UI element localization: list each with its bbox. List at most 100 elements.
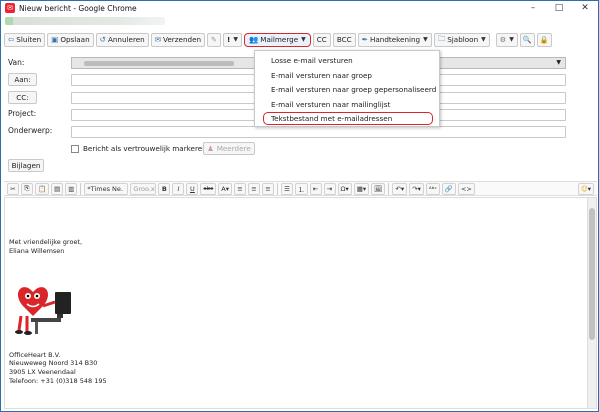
search-icon: 🔍	[522, 35, 532, 44]
scrollbar-thumb[interactable]	[589, 208, 595, 340]
spellcheck-icon[interactable]: ᴬᵇᶜ	[425, 182, 440, 195]
folder-icon: 🗀	[437, 34, 446, 43]
font-select[interactable]: *Times Ne.	[84, 182, 129, 195]
meerdere-button[interactable]: ♟ Meerdere	[203, 142, 255, 155]
bijlagen-label: Bijlagen	[11, 161, 41, 170]
cc-label: CC:	[16, 93, 29, 102]
sjabloon-label: Sjabloon	[447, 35, 479, 44]
close-window-button[interactable]: ✕	[572, 1, 598, 15]
maximize-button[interactable]: □	[546, 1, 572, 15]
table-icon[interactable]: ▦▾	[353, 182, 370, 195]
opslaan-button[interactable]: ▣ Opslaan	[47, 32, 94, 47]
numbered-list-icon[interactable]: ⒈	[295, 182, 308, 195]
menu-item-groep-gepersonaliseerd[interactable]: E-mail versturen naar groep gepersonalis…	[271, 85, 436, 94]
confidential-row: Bericht als vertrouwelijk markeren	[71, 144, 207, 153]
menu-item-tekstbestand[interactable]: Tekstbestand met e-mailadressen	[271, 114, 392, 123]
title-bar: ✉ Nieuw bericht - Google Chrome – □ ✕	[1, 1, 598, 15]
bullet-list-icon[interactable]: ☰	[281, 182, 294, 195]
emoji-button[interactable]: ☺ ▾	[577, 182, 594, 195]
sluiten-button[interactable]: ⇦ Sluiten	[4, 32, 46, 47]
sender-name: Eliana Willemsen	[9, 247, 65, 255]
underline-button[interactable]: U	[186, 182, 199, 195]
outdent-icon[interactable]: ⇤	[309, 182, 322, 195]
menu-item-mailinglijst[interactable]: E-mail versturen naar mailinglijst	[271, 100, 390, 109]
sjabloon-button[interactable]: 🗀 Sjabloon ▼	[433, 32, 490, 47]
annuleren-button[interactable]: ↺ Annuleren	[95, 32, 149, 47]
bold-button[interactable]: B	[158, 182, 171, 195]
align-right-icon[interactable]: ≡	[262, 182, 275, 195]
paste-icon[interactable]: 📋	[35, 182, 50, 195]
mailmerge-menu: Losse e-mail versturen E-mail versturen …	[254, 50, 440, 127]
aan-button[interactable]: Aan:	[8, 73, 37, 86]
gear-icon: ⚙	[499, 35, 507, 44]
cut-icon[interactable]: ✂	[7, 182, 19, 195]
strike-button[interactable]: abc	[200, 182, 217, 195]
priority-button[interactable]: ! ▼	[223, 32, 242, 47]
user-icon: ♟	[207, 144, 214, 153]
editor-scrollbar[interactable]	[587, 198, 596, 408]
verzenden-label: Verzenden	[163, 35, 202, 44]
confidential-checkbox[interactable]	[71, 144, 79, 153]
lock-button[interactable]: 🔒	[536, 32, 552, 47]
link-icon[interactable]: 🔗	[441, 182, 456, 195]
source-icon[interactable]: <>	[457, 182, 475, 195]
attach-button[interactable]: ✎	[207, 32, 222, 47]
smiley-icon: ☺	[580, 184, 588, 193]
italic-button[interactable]: I	[172, 182, 185, 195]
paste-word-icon[interactable]: ▥	[65, 182, 78, 195]
chevron-down-icon: ▼	[509, 36, 514, 43]
onderwerp-label: Onderwerp:	[8, 126, 53, 135]
browser-window: ✉ Nieuw bericht - Google Chrome – □ ✕ ⇦ S…	[0, 0, 599, 412]
special-char-button[interactable]: Ω ▾	[337, 182, 352, 195]
undo-icon[interactable]: ↶▾	[392, 182, 408, 195]
onderwerp-input[interactable]	[71, 126, 566, 138]
handtekening-button[interactable]: ✒ Handtekening ▼	[357, 32, 432, 47]
chevron-down-icon: ▼	[556, 59, 561, 66]
copy-icon[interactable]: ⎘	[21, 182, 33, 195]
strike-label: abc	[203, 185, 214, 192]
opslaan-label: Opslaan	[60, 35, 90, 44]
text-color-button[interactable]: A ▾	[218, 182, 233, 195]
window-title: Nieuw bericht - Google Chrome	[19, 3, 137, 13]
menu-item-groep[interactable]: E-mail versturen naar groep	[271, 71, 372, 80]
confidential-label: Bericht als vertrouwelijk markeren	[83, 144, 207, 153]
cc-button[interactable]: CC:	[8, 91, 37, 104]
menu-item-losse-email[interactable]: Losse e-mail versturen	[271, 56, 353, 65]
verzenden-button[interactable]: ✉ Verzenden	[150, 32, 206, 47]
address-bar[interactable]	[5, 17, 165, 25]
font-value: *Times Ne.	[87, 184, 123, 193]
align-left-icon[interactable]: ≡	[234, 182, 247, 195]
message-editor[interactable]: Met vriendelijke groet, Eliana Willemsen…	[4, 197, 597, 409]
chevron-down-icon: ▼	[481, 36, 486, 43]
image-icon[interactable]: 🖼	[371, 182, 386, 195]
size-value: Groo.x	[133, 184, 155, 193]
annuleren-label: Annuleren	[107, 35, 145, 44]
sender-address	[84, 61, 234, 66]
company-city: 3905 LX Veenendaal	[9, 368, 76, 376]
mailmerge-button[interactable]: 👥 Mailmerge ▼	[243, 32, 311, 47]
bijlagen-button[interactable]: Bijlagen	[8, 159, 44, 172]
cc-toggle-button[interactable]: CC	[312, 32, 331, 47]
envelope-icon: ✉	[154, 35, 162, 44]
lock-icon: 🔒	[539, 35, 549, 44]
settings-button[interactable]: ⚙ ▼	[495, 32, 518, 47]
bold-label: B	[161, 184, 167, 193]
bcc-toggle-button[interactable]: BCC	[332, 32, 356, 47]
underline-label: U	[190, 184, 195, 193]
editor-toolbar: ✂ ⎘ 📋 ▤ ▥ *Times Ne. Groo.x B I U abc A ▾…	[4, 181, 597, 196]
italic-label: I	[177, 184, 180, 193]
align-center-icon[interactable]: ≡	[248, 182, 261, 195]
pen-icon: ✒	[361, 35, 368, 44]
minimize-button[interactable]: –	[520, 1, 546, 15]
paperclip-icon: ✎	[211, 35, 218, 44]
chevron-down-icon: ▼	[301, 36, 306, 43]
size-select[interactable]: Groo.x	[130, 182, 157, 195]
search-button[interactable]: 🔍	[519, 32, 535, 47]
handtekening-label: Handtekening	[369, 35, 421, 44]
chevron-down-icon: ▼	[423, 36, 428, 43]
text-color-label: A	[221, 184, 226, 193]
undo-icon: ↺	[99, 35, 106, 44]
indent-icon[interactable]: ⇥	[323, 182, 336, 195]
paste-text-icon[interactable]: ▤	[51, 182, 64, 195]
redo-icon[interactable]: ↷▾	[409, 182, 424, 195]
